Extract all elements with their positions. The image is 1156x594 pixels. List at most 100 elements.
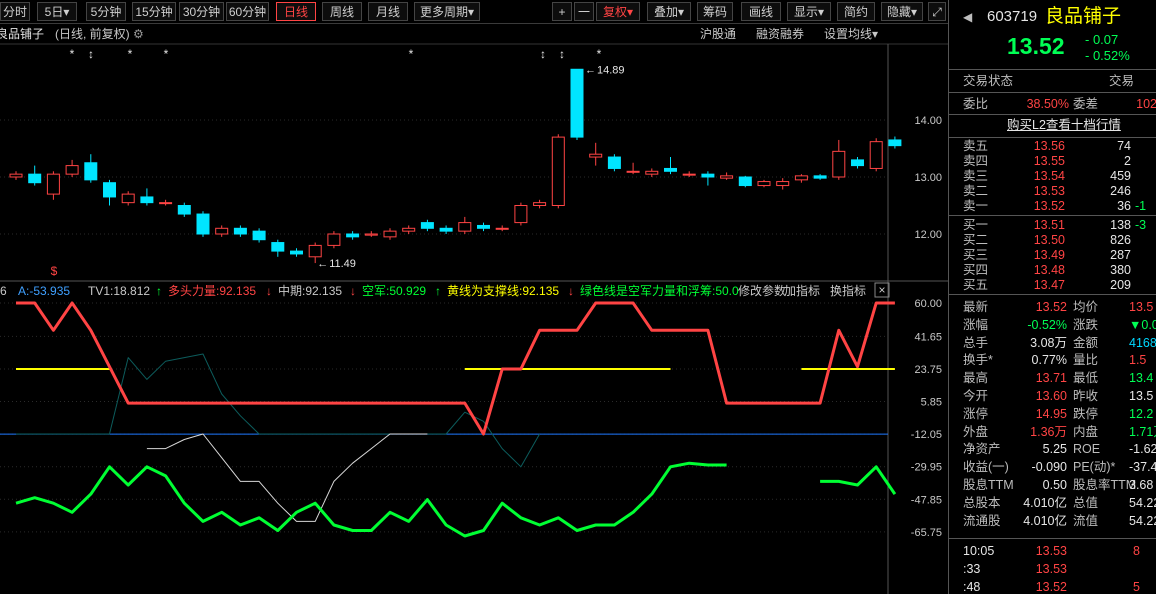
l2-buy-link[interactable]: 购买L2查看十档行情	[1007, 116, 1121, 134]
fullscreen-icon[interactable]: ⤢	[928, 2, 946, 21]
bid-level-price: 13.47	[1033, 278, 1065, 292]
candle-up	[46, 173, 60, 195]
link-ma-settings[interactable]: 设置均线▾	[824, 27, 878, 41]
display-dropdown[interactable]: 显示▾	[787, 2, 831, 21]
legend-arrow-icon: ↑	[156, 284, 162, 298]
stat-label-2: 金额	[1073, 335, 1099, 350]
simple-mode-button[interactable]: 简约	[837, 2, 875, 21]
candle-up	[832, 150, 846, 178]
stat-row: 外盘 1.36万内盘 1.71万	[949, 423, 1156, 441]
period-5day[interactable]: 5日▾	[37, 2, 77, 21]
legend-item-support: 黄线为支撑线:92.135	[447, 283, 559, 298]
tick-row: :33 13.53	[949, 560, 1156, 578]
bid-level-label: 买三	[963, 248, 989, 262]
stat-value: -0.090	[1031, 460, 1067, 475]
stat-value-2: 12.2	[1129, 406, 1154, 421]
stock-name: 良品铺子	[1045, 6, 1122, 27]
trade-status-tab-2: 交易	[1109, 74, 1135, 88]
adjust-rights-dropdown[interactable]: 复权▾	[596, 2, 640, 21]
price-change: - 0.07	[1085, 32, 1119, 47]
period-daily[interactable]: 日线	[276, 2, 316, 21]
candle-up	[308, 244, 322, 258]
ask-level-price: 13.53	[1033, 184, 1065, 198]
period-5min[interactable]: 5分钟	[86, 2, 126, 21]
draw-line-button[interactable]: 画线	[741, 2, 781, 21]
candle-down	[28, 173, 42, 184]
hide-dropdown[interactable]: 隐藏▾	[881, 2, 923, 21]
tick-time: :48	[963, 580, 981, 594]
stat-value-2: -37.4	[1129, 460, 1156, 475]
stat-label-2: 内盘	[1073, 424, 1099, 439]
sep-1	[949, 69, 1156, 70]
sep-4	[949, 137, 1156, 138]
collapse-icon[interactable]: ◀	[963, 6, 972, 28]
event-marker: *	[164, 47, 169, 61]
wei-cha-value: 102	[1136, 97, 1156, 111]
link-hk-connect[interactable]: 沪股通	[700, 27, 736, 41]
link-margin-trading[interactable]: 融资融券	[756, 26, 804, 41]
stat-label: 换手*	[963, 353, 993, 368]
gear-icon: ⚙	[133, 27, 144, 41]
tick-row: 10:05 13.53 8	[949, 542, 1156, 560]
legend-item-mid: 中期:92.135	[278, 283, 342, 298]
modify-params-button[interactable]: 修改参数	[738, 283, 786, 298]
candle-up	[364, 233, 378, 236]
period-monthly[interactable]: 月线	[368, 2, 408, 21]
period-30min[interactable]: 30分钟	[179, 2, 224, 21]
stat-label: 今开	[963, 389, 989, 403]
trade-status-tab: 交易状态	[963, 74, 1014, 88]
max-price-arrow: ←	[585, 64, 596, 76]
stat-label: 股息TTM	[963, 478, 1014, 492]
ask-level-row: 卖三 13.54 459	[949, 169, 1156, 184]
zoom-in-button[interactable]: +	[552, 2, 572, 21]
zoom-out-button[interactable]: 一	[574, 2, 594, 21]
stat-label: 涨停	[963, 406, 989, 421]
period-weekly[interactable]: 周线	[322, 2, 362, 21]
stat-label-2: 跌停	[1073, 406, 1099, 421]
ask-level-row: 卖一 13.52 36 -1	[949, 199, 1156, 214]
candle-down	[701, 173, 715, 178]
candle-up	[215, 227, 229, 235]
legend-item-long-force: 多头力量:92.135	[168, 284, 256, 298]
indicator-axis-label: -47.85	[911, 494, 942, 506]
bid-level-price: 13.49	[1033, 248, 1065, 262]
stat-value-2: ▼0.0	[1129, 317, 1156, 332]
stat-label-2: 总值	[1073, 495, 1099, 510]
candle-up	[514, 205, 528, 224]
stat-row: 总手 3.08万金额 41687	[949, 334, 1156, 352]
candle-down	[664, 167, 677, 172]
wei-cha-label: 委差	[1073, 97, 1099, 111]
candle-up	[682, 173, 696, 176]
candle-up	[383, 230, 397, 238]
more-periods-dropdown[interactable]: 更多周期▾	[414, 2, 480, 21]
stat-label: 收益(一)	[963, 460, 1009, 475]
overlay-dropdown[interactable]: 叠加▾	[647, 2, 691, 21]
stat-label-2: ROE	[1073, 442, 1101, 457]
legend-arrow-icon: ↓	[266, 284, 272, 298]
candle-down	[177, 205, 191, 215]
indicator-axis-label: 5.85	[921, 397, 942, 409]
add-indicator-button[interactable]: 加指标	[784, 283, 820, 298]
change-pct-row: - 0.52%	[949, 48, 1156, 63]
legend-item-a: A:-53.935	[18, 284, 70, 298]
stat-row: 涨停 14.95 跌停 12.2	[949, 405, 1156, 423]
candle-up	[327, 233, 341, 246]
stat-value: 13.52	[1035, 300, 1067, 314]
stat-value: 0.50	[1042, 478, 1067, 492]
candle-up	[159, 202, 173, 205]
change-row: - 0.07	[949, 32, 1156, 47]
period-15min[interactable]: 15分钟	[132, 2, 176, 21]
ask-level-volume: 2	[1124, 154, 1131, 168]
candle-down	[738, 176, 752, 187]
switch-indicator-button[interactable]: 换指标	[830, 283, 866, 298]
candle-up	[757, 181, 771, 187]
bid-level-price: 13.48	[1033, 263, 1065, 277]
period-60min[interactable]: 60分钟	[226, 2, 269, 21]
kline-chart-svg[interactable]: 良品铺子 (日线, 前复权) ⚙ 沪股通 融资融券 设置均线▾ * ↕ * * * ↕ ↕ * 14.00 1…	[0, 24, 948, 594]
period-time-share[interactable]: 分时	[0, 2, 30, 21]
ask-level-label: 卖二	[963, 184, 989, 198]
close-icon[interactable]: ×	[878, 283, 885, 297]
chip-distribution-button[interactable]: 筹码	[697, 2, 733, 21]
wei-bi-label: 委比	[963, 97, 989, 111]
stat-label: 净资产	[963, 442, 1001, 457]
